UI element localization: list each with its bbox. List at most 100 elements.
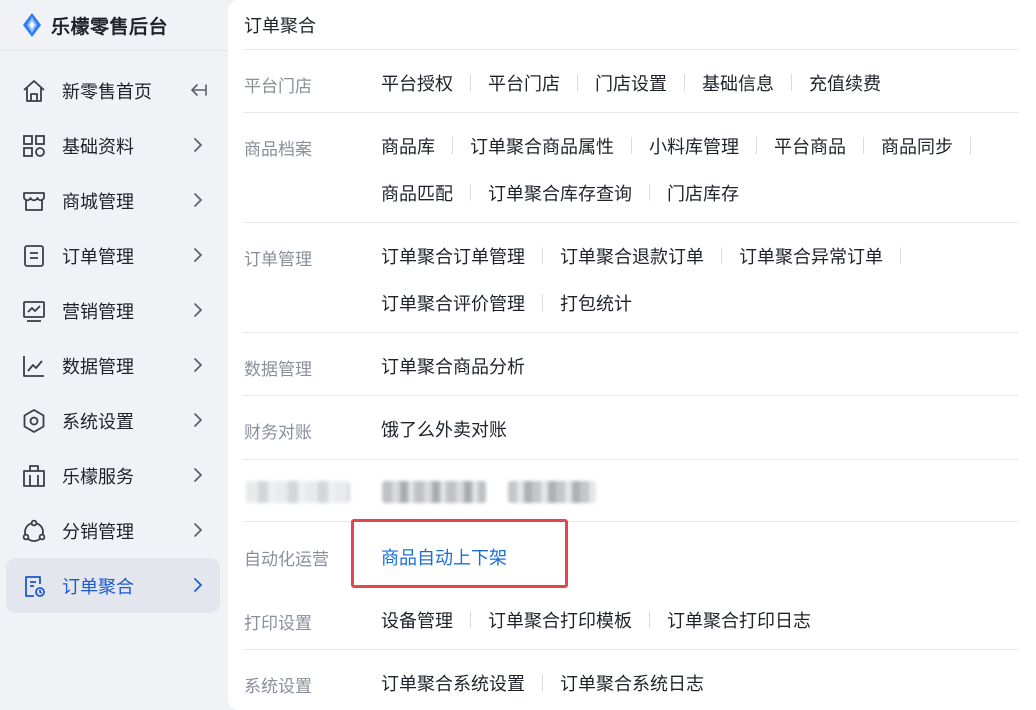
chevron-right-icon: [188, 519, 208, 541]
menu-link[interactable]: 订单聚合打印模板: [488, 607, 632, 633]
menu-link[interactable]: 饿了么外卖对账: [381, 416, 507, 442]
grid-icon: [21, 133, 47, 159]
sidebar-item-label: 数据管理: [62, 356, 134, 378]
menu-link[interactable]: 订单聚合打印日志: [667, 607, 811, 633]
collapse-sidebar-icon[interactable]: [188, 79, 208, 101]
sidebar-item-mall[interactable]: 商城管理: [6, 173, 220, 228]
menu-link[interactable]: 订单聚合订单管理: [381, 243, 525, 269]
highlight-annotation-box: [351, 519, 568, 588]
submenu-panel: 订单聚合 平台门店 平台授权 平台门店 门店设置 基础信息 充值续费 商品档案 …: [228, 0, 1036, 710]
sidebar-item-lemeng-service[interactable]: 乐檬服务: [6, 448, 220, 503]
menu-link[interactable]: 订单聚合系统设置: [381, 670, 525, 696]
sidebar-item-system-settings[interactable]: 系统设置: [6, 393, 220, 448]
divider: [243, 222, 1019, 223]
menu-link[interactable]: 订单聚合系统日志: [560, 670, 704, 696]
menu-link[interactable]: 平台商品: [774, 133, 846, 159]
divider: [243, 49, 1019, 50]
panel-title: 订单聚合: [244, 16, 316, 37]
section-category: 数据管理: [244, 360, 312, 380]
menu-link[interactable]: 订单聚合异常订单: [739, 243, 883, 269]
logo-icon: [23, 13, 41, 37]
menu-link[interactable]: 门店设置: [595, 70, 667, 96]
divider: [243, 112, 1019, 113]
menu-link[interactable]: 平台授权: [381, 70, 453, 96]
section-category: 自动化运营: [244, 550, 329, 570]
menu-link[interactable]: 订单聚合评价管理: [381, 290, 525, 316]
menu-link[interactable]: 订单聚合库存查询: [488, 180, 632, 206]
menu-section-order-management: 订单管理 订单聚合订单管理 订单聚合退款订单 订单聚合异常订单 订单聚合评价管理…: [243, 232, 1019, 333]
sidebar-item-label: 基础资料: [62, 136, 134, 158]
menu-link[interactable]: 门店库存: [667, 180, 739, 206]
menu-section-print-settings: 打印设置 设备管理 订单聚合打印模板 订单聚合打印日志: [243, 596, 1019, 650]
menu-section-system-settings: 系统设置 订单聚合系统设置 订单聚合系统日志: [243, 659, 1019, 709]
sidebar-item-label: 订单聚合: [62, 576, 134, 598]
building-icon: [21, 463, 47, 489]
sidebar-item-order-aggregate[interactable]: 订单聚合: [6, 558, 220, 613]
divider: [243, 395, 1019, 396]
redacted-link: [508, 481, 596, 503]
menu-link[interactable]: 打包统计: [560, 290, 632, 316]
sidebar-nav: 新零售首页 基础资料 商城管理 订单管理 营销管理 数据管理 系统设置 乐檬服务…: [0, 63, 228, 613]
sidebar-item-label: 营销管理: [62, 301, 134, 323]
menu-section-platform-store: 平台门店 平台授权 平台门店 门店设置 基础信息 充值续费: [243, 59, 1019, 113]
share-network-icon: [21, 518, 47, 544]
menu-link[interactable]: 订单聚合商品属性: [470, 133, 614, 159]
chevron-right-icon: [188, 189, 208, 211]
divider: [243, 332, 1019, 333]
menu-section-product-archive: 商品档案 商品库 订单聚合商品属性 小料库管理 平台商品 商品同步 商品匹配 订…: [243, 122, 1019, 223]
divider: [243, 649, 1019, 650]
section-category: 打印设置: [244, 614, 312, 634]
menu-link[interactable]: 小料库管理: [649, 133, 739, 159]
menu-link[interactable]: 商品匹配: [381, 180, 453, 206]
home-icon: [21, 78, 47, 104]
section-category: 财务对账: [244, 423, 312, 443]
section-category: 系统设置: [244, 677, 312, 697]
menu-section-redacted: [243, 469, 1019, 522]
sidebar-item-label: 乐檬服务: [62, 466, 134, 488]
menu-link[interactable]: 基础信息: [702, 70, 774, 96]
sidebar-item-marketing[interactable]: 营销管理: [6, 283, 220, 338]
chevron-right-icon: [188, 409, 208, 431]
document-icon: [21, 243, 47, 269]
sidebar-item-basic-data[interactable]: 基础资料: [6, 118, 220, 173]
menu-link[interactable]: 商品库: [381, 133, 435, 159]
redacted-category: [246, 481, 350, 503]
chevron-right-icon: [188, 244, 208, 266]
menu-link[interactable]: 设备管理: [381, 607, 453, 633]
hexagon-settings-icon: [21, 408, 47, 434]
sidebar-item-label: 订单管理: [62, 246, 134, 268]
sidebar-item-label: 分销管理: [62, 521, 134, 543]
divider: [243, 459, 1019, 460]
menu-link[interactable]: 商品同步: [881, 133, 953, 159]
chevron-right-icon: [188, 354, 208, 376]
sidebar: 乐檬零售后台 新零售首页 基础资料 商城管理 订单管理 营销管理 数据管理 系统…: [0, 0, 228, 710]
sidebar-item-label: 系统设置: [62, 411, 134, 433]
sidebar-item-label: 商城管理: [62, 191, 134, 213]
monitor-chart-icon: [21, 298, 47, 324]
chevron-right-icon: [188, 464, 208, 486]
menu-link[interactable]: 平台门店: [488, 70, 560, 96]
menu-section-data-management: 数据管理 订单聚合商品分析: [243, 342, 1019, 396]
redacted-link: [382, 481, 486, 503]
chevron-right-icon: [188, 299, 208, 321]
section-category: 订单管理: [244, 250, 312, 270]
section-category: 商品档案: [244, 140, 312, 160]
chevron-right-icon: [188, 574, 208, 596]
line-chart-icon: [21, 353, 47, 379]
order-aggregate-icon: [21, 573, 47, 599]
menu-section-finance-reconciliation: 财务对账 饿了么外卖对账: [243, 405, 1019, 460]
sidebar-item-orders[interactable]: 订单管理: [6, 228, 220, 283]
sidebar-item-distribution[interactable]: 分销管理: [6, 503, 220, 558]
sidebar-item-data[interactable]: 数据管理: [6, 338, 220, 393]
section-category: 平台门店: [244, 77, 312, 97]
app-title: 乐檬零售后台: [51, 15, 169, 38]
store-icon: [21, 188, 47, 214]
divider: [0, 50, 228, 51]
sidebar-item-home[interactable]: 新零售首页: [6, 63, 220, 118]
sidebar-item-label: 新零售首页: [62, 81, 152, 103]
chevron-right-icon: [188, 134, 208, 156]
menu-link[interactable]: 订单聚合退款订单: [560, 243, 704, 269]
app-logo[interactable]: 乐檬零售后台: [22, 12, 168, 38]
menu-link[interactable]: 充值续费: [809, 70, 881, 96]
menu-link[interactable]: 订单聚合商品分析: [381, 353, 525, 379]
